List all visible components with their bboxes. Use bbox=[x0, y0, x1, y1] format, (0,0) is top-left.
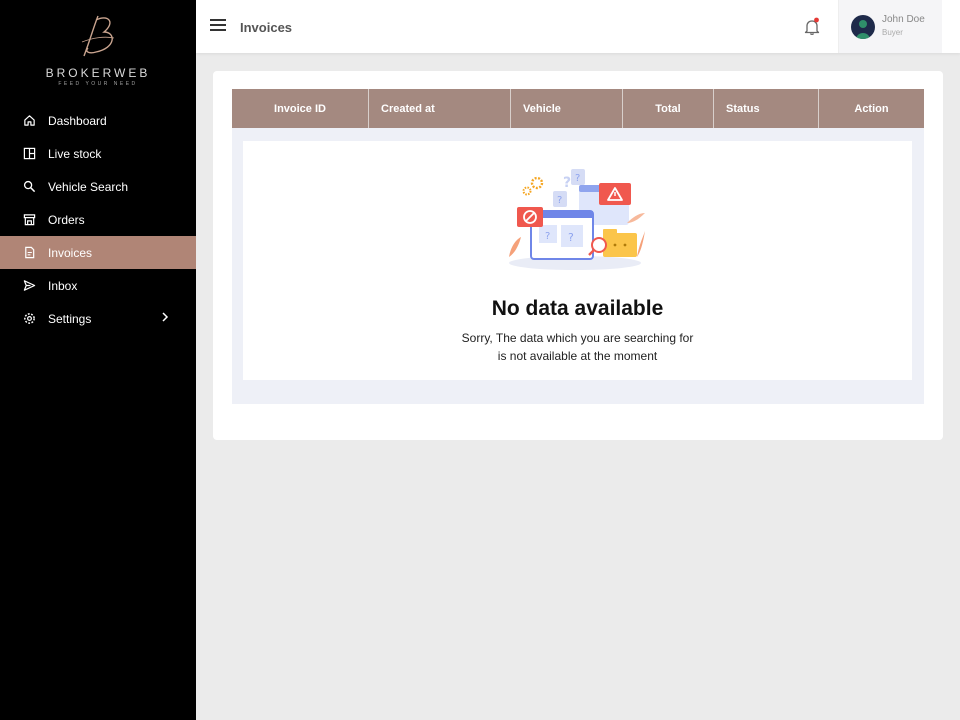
brand-logo[interactable]: BROKERWEB FEED YOUR NEED bbox=[0, 10, 196, 92]
invoices-table: Invoice ID Created at Vehicle Total Stat… bbox=[232, 89, 924, 404]
sidebar-item-label: Vehicle Search bbox=[48, 179, 129, 194]
column-header-vehicle[interactable]: Vehicle bbox=[511, 89, 623, 128]
user-role: Buyer bbox=[882, 28, 903, 37]
sidebar-item-label: Settings bbox=[48, 311, 92, 326]
sidebar-item-settings[interactable]: Settings bbox=[0, 302, 196, 335]
sidebar-item-label: Orders bbox=[48, 212, 85, 227]
sidebar-item-live-stock[interactable]: Live stock bbox=[0, 137, 196, 170]
page-title: Invoices bbox=[240, 20, 293, 35]
column-header-invoice-id[interactable]: Invoice ID bbox=[232, 89, 369, 128]
sidebar-item-invoices[interactable]: Invoices bbox=[0, 236, 196, 269]
svg-text:?: ? bbox=[568, 231, 574, 244]
svg-text:?: ? bbox=[545, 231, 550, 242]
column-header-action[interactable]: Action bbox=[819, 89, 924, 128]
invoices-card: Invoice ID Created at Vehicle Total Stat… bbox=[213, 71, 943, 440]
sidebar-item-label: Invoices bbox=[48, 245, 93, 260]
sidebar-item-dashboard[interactable]: Dashboard bbox=[0, 104, 196, 137]
sidebar-item-label: Inbox bbox=[48, 278, 78, 293]
user-menu[interactable]: John Doe Buyer bbox=[838, 0, 942, 53]
gear-icon bbox=[22, 312, 36, 326]
brand-tagline: FEED YOUR NEED bbox=[58, 81, 138, 87]
column-header-total[interactable]: Total bbox=[623, 89, 714, 128]
avatar bbox=[851, 15, 875, 39]
svg-text:?: ? bbox=[557, 195, 562, 206]
sidebar: BROKERWEB FEED YOUR NEED Dashboard Live … bbox=[0, 0, 196, 720]
sidebar-item-orders[interactable]: Orders bbox=[0, 203, 196, 236]
table-header: Invoice ID Created at Vehicle Total Stat… bbox=[232, 89, 924, 128]
svg-text:?: ? bbox=[575, 173, 580, 184]
grid-icon bbox=[22, 147, 36, 161]
hamburger-menu-icon[interactable] bbox=[210, 19, 226, 33]
column-header-status[interactable]: Status bbox=[714, 89, 819, 128]
sidebar-item-vehicle-search[interactable]: Vehicle Search bbox=[0, 170, 196, 203]
store-icon bbox=[22, 213, 36, 227]
brand-name: BROKERWEB bbox=[45, 66, 151, 80]
top-bar: Invoices John Doe Buyer bbox=[196, 0, 960, 53]
search-icon bbox=[22, 180, 36, 194]
no-data-illustration: ? ? ? ? ? bbox=[509, 169, 645, 270]
empty-state-message-line2: is not available at the moment bbox=[497, 349, 658, 363]
document-icon bbox=[22, 246, 36, 260]
notification-bell-icon[interactable] bbox=[802, 17, 822, 42]
column-header-created-at[interactable]: Created at bbox=[369, 89, 511, 128]
brand-monogram-icon bbox=[81, 15, 115, 57]
send-icon bbox=[22, 279, 36, 293]
empty-state-message-line1: Sorry, The data which you are searching … bbox=[461, 331, 694, 345]
sidebar-item-inbox[interactable]: Inbox bbox=[0, 269, 196, 302]
sidebar-item-label: Dashboard bbox=[48, 113, 107, 128]
chevron-right-icon bbox=[160, 311, 170, 326]
user-name: John Doe bbox=[882, 14, 925, 25]
svg-text:?: ? bbox=[563, 175, 571, 191]
sidebar-item-label: Live stock bbox=[48, 146, 102, 161]
empty-state-title: No data available bbox=[491, 297, 664, 320]
home-icon bbox=[22, 114, 36, 128]
sidebar-nav: Dashboard Live stock Vehicle Search Orde… bbox=[0, 104, 196, 335]
empty-state: ? ? ? ? ? No data available Sorry, The d… bbox=[243, 141, 912, 380]
